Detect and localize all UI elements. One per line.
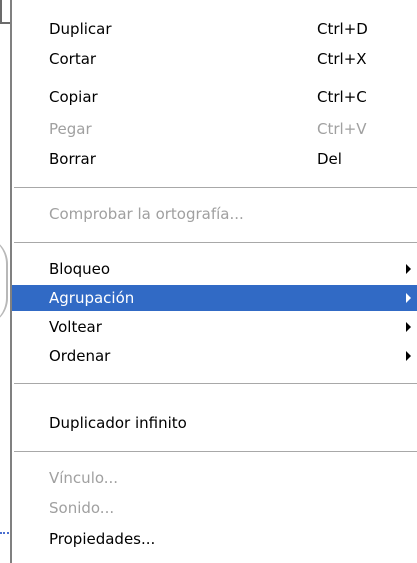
menu-item-label: Pegar xyxy=(49,120,92,138)
chevron-right-icon xyxy=(406,351,411,361)
menu-item-label: Copiar xyxy=(49,88,98,106)
menu-item-label: Duplicar xyxy=(49,20,112,38)
menu-item-shortcut: Ctrl+D xyxy=(317,20,368,38)
menu-item-duplicar[interactable]: Duplicar Ctrl+D xyxy=(12,16,417,42)
chevron-right-icon xyxy=(406,264,411,274)
menu-item-vinculo: Vínculo... xyxy=(12,465,417,491)
chevron-right-icon xyxy=(406,322,411,332)
menu-item-bloqueo[interactable]: Bloqueo xyxy=(12,256,417,282)
background-shape-outline xyxy=(0,0,10,24)
menu-item-label: Cortar xyxy=(49,50,97,68)
menu-item-duplicador-infinito[interactable]: Duplicador infinito xyxy=(12,410,417,436)
menu-item-label: Voltear xyxy=(49,318,102,336)
menu-item-label: Duplicador infinito xyxy=(49,414,187,432)
menu-separator xyxy=(14,187,417,188)
menu-item-shortcut: Del xyxy=(317,150,342,168)
menu-item-cortar[interactable]: Cortar Ctrl+X xyxy=(12,46,417,72)
menu-item-shortcut: Ctrl+X xyxy=(317,50,367,68)
menu-item-label: Agrupación xyxy=(49,289,135,307)
background-curve xyxy=(0,236,8,326)
context-menu: Duplicar Ctrl+D Cortar Ctrl+X Copiar Ctr… xyxy=(10,0,417,563)
menu-item-shortcut: Ctrl+C xyxy=(317,88,367,106)
menu-item-copiar[interactable]: Copiar Ctrl+C xyxy=(12,84,417,110)
menu-item-borrar[interactable]: Borrar Del xyxy=(12,146,417,172)
menu-item-agrupacion[interactable]: Agrupación xyxy=(12,285,417,311)
menu-item-label: Ordenar xyxy=(49,347,111,365)
menu-item-label: Borrar xyxy=(49,150,96,168)
menu-separator xyxy=(14,242,417,243)
menu-item-sonido: Sonido... xyxy=(12,495,417,521)
menu-item-label: Sonido... xyxy=(49,499,115,517)
menu-item-shortcut: Ctrl+V xyxy=(317,120,367,138)
menu-item-ordenar[interactable]: Ordenar xyxy=(12,343,417,369)
menu-separator xyxy=(14,383,417,384)
menu-item-label: Comprobar la ortografía... xyxy=(49,205,244,223)
screen: Duplicar Ctrl+D Cortar Ctrl+X Copiar Ctr… xyxy=(0,0,417,563)
background-dotted-line xyxy=(0,532,9,534)
menu-separator xyxy=(14,451,417,452)
menu-item-propiedades[interactable]: Propiedades... xyxy=(12,526,417,552)
menu-item-label: Vínculo... xyxy=(49,469,119,487)
menu-item-voltear[interactable]: Voltear xyxy=(12,314,417,340)
menu-item-comprobar-ortografia: Comprobar la ortografía... xyxy=(12,201,417,227)
menu-item-pegar: Pegar Ctrl+V xyxy=(12,116,417,142)
menu-item-label: Bloqueo xyxy=(49,260,111,278)
chevron-right-icon xyxy=(406,293,411,303)
menu-item-label: Propiedades... xyxy=(49,530,156,548)
